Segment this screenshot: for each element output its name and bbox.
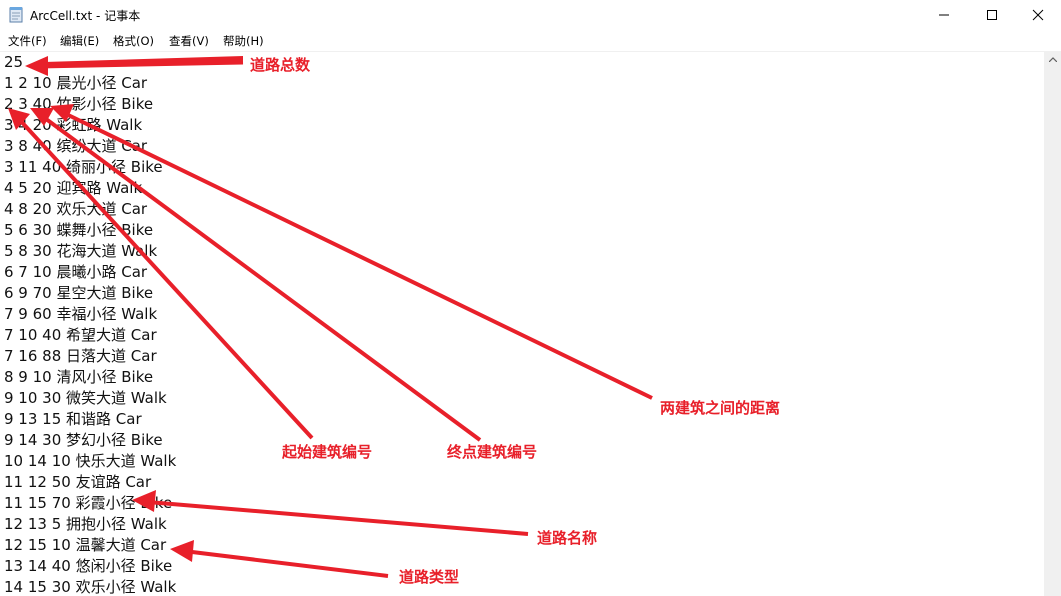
text-line: 13 14 40 悠闲小径 Bike [4,557,173,575]
menu-file[interactable]: 文件(F) [8,33,47,49]
text-line: 3 4 20 彩虹路 Walk [4,116,143,134]
title-bar[interactable]: ArcCell.txt - 记事本 [0,0,1061,30]
menu-edit[interactable]: 编辑(E) [60,33,99,49]
text-line: 11 15 70 彩霞小径 Bike [4,494,173,512]
minimize-button[interactable] [921,0,967,30]
close-button[interactable] [1015,0,1061,30]
label-road-name: 道路名称 [537,529,598,547]
text-line: 12 13 5 拥抱小径 Walk [4,515,167,533]
text-line: 8 9 10 清风小径 Bike [4,368,154,386]
vertical-scrollbar[interactable] [1044,51,1061,596]
text-line: 12 15 10 温馨大道 Car [4,536,167,554]
text-line: 7 16 88 日落大道 Car [4,347,157,365]
menu-view[interactable]: 查看(V) [169,33,209,49]
menu-bar: 文件(F) 编辑(E) 格式(O) 查看(V) 帮助(H) [0,30,1061,51]
text-line: 9 13 15 和谐路 Car [4,410,142,428]
label-distance: 两建筑之间的距离 [660,399,781,417]
notepad-window: ArcCell.txt - 记事本 文件(F) 编辑(E) 格式(O) 查看(V… [0,0,1061,596]
text-line: 9 10 30 微笑大道 Walk [4,389,167,407]
label-total-roads: 道路总数 [250,56,311,74]
text-line: 10 14 10 快乐大道 Walk [4,452,177,470]
minimize-icon [939,14,949,16]
text-line: 11 12 50 友谊路 Car [4,473,152,491]
text-line: 6 7 10 晨曦小路 Car [4,263,148,281]
text-line: 4 8 20 欢乐大道 Car [4,200,148,218]
label-start-building: 起始建筑编号 [282,443,373,461]
text-line: 5 6 30 蝶舞小径 Bike [4,221,154,239]
text-line: 6 9 70 星空大道 Bike [4,284,154,302]
notepad-icon [9,7,23,23]
maximize-icon [987,10,997,20]
label-end-building: 终点建筑编号 [447,443,538,461]
text-line: 3 11 40 绮丽小径 Bike [4,158,163,176]
text-line: 4 5 20 迎宾路 Walk [4,179,143,197]
text-line: 9 14 30 梦幻小径 Bike [4,431,163,449]
text-line: 1 2 10 晨光小径 Car [4,74,148,92]
text-line: 5 8 30 花海大道 Walk [4,242,158,260]
close-icon [1032,9,1044,21]
chevron-up-icon [1048,57,1057,62]
maximize-button[interactable] [969,0,1015,30]
menu-format[interactable]: 格式(O) [113,33,154,49]
scroll-up-button[interactable] [1044,51,1061,68]
text-line: 7 10 40 希望大道 Car [4,326,157,344]
text-line: 7 9 60 幸福小径 Walk [4,305,158,323]
text-line: 14 15 30 欢乐小径 Walk [4,578,177,596]
text-line: 25 [4,53,24,71]
label-road-type: 道路类型 [399,568,460,586]
window-title: ArcCell.txt - 记事本 [30,9,141,23]
text-editor[interactable]: 25 1 2 10 晨光小径 Car 2 3 40 竹影小径 Bike 3 4 … [0,51,1044,596]
menu-help[interactable]: 帮助(H) [223,33,264,49]
text-line: 3 8 40 缤纷大道 Car [4,137,148,155]
text-line: 2 3 40 竹影小径 Bike [4,95,154,113]
